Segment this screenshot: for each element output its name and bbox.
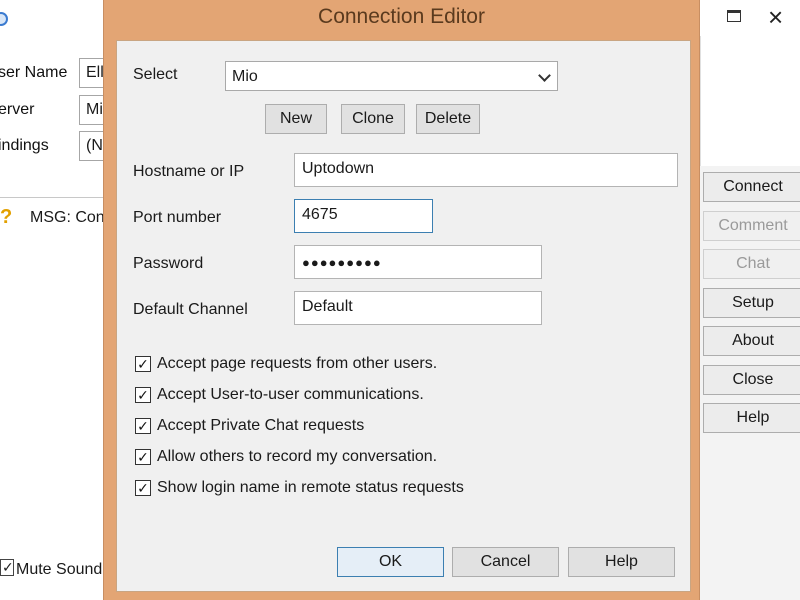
bindings-label: indings (0, 137, 49, 154)
default-channel-label: Default Channel (133, 301, 248, 318)
clone-button[interactable]: Clone (341, 104, 405, 134)
connection-editor-dialog: Connection Editor Select Mio New Clone D… (103, 0, 700, 600)
cancel-button[interactable]: Cancel (452, 547, 559, 577)
connection-select-value: Mio (232, 68, 258, 85)
dialog-title: Connection Editor (318, 5, 485, 28)
server-label: erver (0, 101, 35, 118)
divider (0, 197, 105, 198)
checkbox[interactable]: ✓ (135, 449, 151, 465)
connection-select[interactable]: Mio (225, 61, 558, 91)
new-button[interactable]: New (265, 104, 327, 134)
mute-sound-checkbox[interactable]: ✓ (0, 559, 14, 576)
close-icon[interactable]: × (768, 2, 783, 32)
close-button[interactable]: Close (703, 365, 800, 395)
message-list-item[interactable]: MSG: Con (30, 209, 105, 227)
question-icon: ? (0, 206, 13, 228)
hostname-input[interactable]: Uptodown (294, 153, 678, 187)
setup-button[interactable]: Setup (703, 288, 800, 318)
chat-button[interactable]: Chat (703, 249, 800, 279)
password-input[interactable]: ●●●●●●●●● (294, 245, 542, 279)
help-button[interactable]: Help (568, 547, 675, 577)
ok-button[interactable]: OK (337, 547, 444, 577)
about-button[interactable]: About (703, 326, 800, 356)
comment-button[interactable]: Comment (703, 211, 800, 241)
option-label: Allow others to record my conversation. (157, 448, 438, 465)
mute-sound-label: Mute Sound (16, 561, 103, 578)
dialog-body: Select Mio New Clone Delete Hostname or … (116, 40, 691, 592)
default-channel-input[interactable]: Default (294, 291, 542, 325)
chevron-down-icon[interactable] (538, 69, 551, 82)
port-input[interactable]: 4675 (294, 199, 433, 233)
option-label: Accept Private Chat requests (157, 417, 365, 434)
delete-button[interactable]: Delete (416, 104, 480, 134)
password-label: Password (133, 255, 204, 272)
checkbox[interactable]: ✓ (135, 418, 151, 434)
port-label: Port number (133, 209, 222, 226)
connect-button[interactable]: Connect (703, 172, 800, 202)
checkbox[interactable]: ✓ (135, 387, 151, 403)
user-name-label: ser Name (0, 64, 68, 81)
checkbox[interactable]: ✓ (135, 356, 151, 372)
side-panel-header (700, 36, 800, 166)
option-label: Accept User-to-user communications. (157, 386, 424, 403)
select-label: Select (133, 66, 178, 83)
option-label: Show login name in remote status request… (157, 479, 464, 496)
hostname-label: Hostname or IP (133, 163, 245, 180)
checkbox[interactable]: ✓ (135, 480, 151, 496)
app-globe-icon (0, 12, 8, 26)
help-side-button[interactable]: Help (703, 403, 800, 433)
maximize-icon[interactable] (727, 10, 741, 22)
option-label: Accept page requests from other users. (157, 355, 438, 372)
